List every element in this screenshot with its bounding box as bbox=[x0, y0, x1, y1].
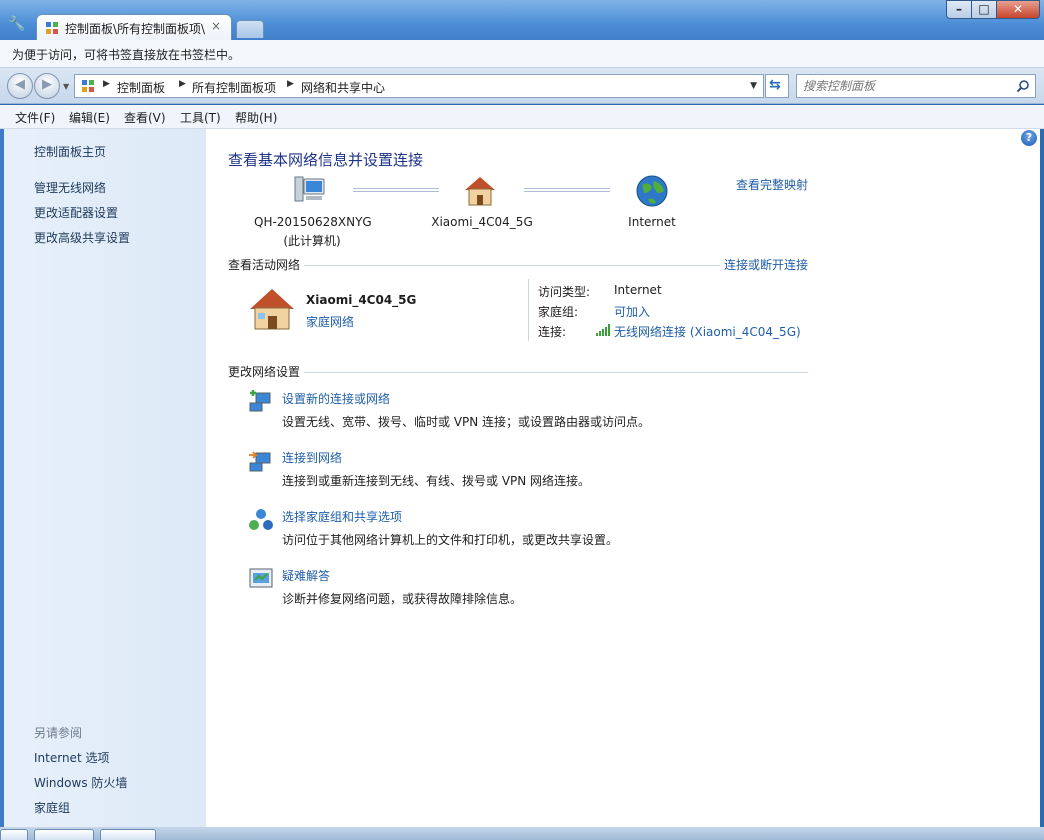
control-panel-icon bbox=[46, 22, 58, 34]
computer-icon bbox=[294, 176, 325, 202]
windows-firewall-link[interactable]: Windows 防火墙 bbox=[34, 774, 127, 791]
active-network-name: Xiaomi_4C04_5G bbox=[306, 293, 417, 307]
main-pane: 查看基本网络信息并设置连接 QH-20150628XNYG (此计算机) Xia… bbox=[206, 129, 1040, 827]
breadcrumb-all-items[interactable]: 所有控制面板项 bbox=[192, 79, 276, 96]
internet-label: Internet bbox=[628, 215, 676, 229]
arrow-right-icon: ▶ bbox=[42, 77, 52, 92]
connect-network-icon bbox=[249, 451, 271, 472]
search-box[interactable] bbox=[796, 74, 1036, 98]
menu-bar: 文件(F) 编辑(E) 查看(V) 工具(T) 帮助(H) bbox=[0, 105, 1044, 129]
internet-options-link[interactable]: Internet 选项 bbox=[34, 749, 109, 766]
title-bar: 🔧 控制面板\所有控制面板项\ × – □ ✕ bbox=[0, 0, 1044, 40]
breadcrumb-separator-icon[interactable]: ▶ bbox=[179, 79, 186, 89]
active-network-heading: 查看活动网络 bbox=[228, 258, 301, 272]
menu-help[interactable]: 帮助(H) bbox=[235, 109, 277, 126]
breadcrumb-separator-icon[interactable]: ▶ bbox=[103, 79, 110, 89]
access-type-value: Internet bbox=[614, 283, 662, 297]
menu-edit[interactable]: 编辑(E) bbox=[69, 109, 110, 126]
home-network-icon bbox=[250, 289, 294, 330]
breadcrumb-control-panel[interactable]: 控制面板 bbox=[117, 79, 165, 96]
tab-title: 控制面板\所有控制面板项\ bbox=[65, 22, 206, 36]
close-button[interactable]: ✕ bbox=[996, 0, 1040, 19]
address-dropdown-icon[interactable]: ▼ bbox=[750, 81, 757, 91]
page-title: 查看基本网络信息并设置连接 bbox=[228, 151, 424, 169]
history-dropdown-icon[interactable]: ▼ bbox=[63, 82, 69, 91]
task-description: 诊断并修复网络问题，或获得故障排除信息。 bbox=[282, 592, 523, 606]
taskbar bbox=[0, 827, 1044, 840]
task-description: 访问位于其他网络计算机上的文件和打印机，或更改共享设置。 bbox=[282, 533, 619, 547]
vertical-divider bbox=[528, 279, 529, 341]
manage-wireless-link[interactable]: 管理无线网络 bbox=[34, 179, 106, 196]
menu-tools[interactable]: 工具(T) bbox=[180, 109, 221, 126]
wireless-connection-link[interactable]: 无线网络连接 (Xiaomi_4C04_5G) bbox=[614, 323, 801, 340]
see-also-heading: 另请参阅 bbox=[34, 726, 83, 740]
task-title[interactable]: 选择家庭组和共享选项 bbox=[282, 508, 402, 525]
task-title[interactable]: 连接到网络 bbox=[282, 449, 342, 466]
home-network-link[interactable]: 家庭网络 bbox=[306, 313, 354, 330]
back-button[interactable]: ◀ bbox=[7, 73, 33, 99]
section-divider bbox=[304, 372, 808, 373]
bookmark-notice: 为便于访问，可将书签直接放在书签栏中。 bbox=[12, 48, 241, 62]
connector-line bbox=[353, 188, 439, 192]
task-title[interactable]: 设置新的连接或网络 bbox=[282, 390, 390, 407]
breadcrumb-network-center[interactable]: 网络和共享中心 bbox=[301, 79, 385, 96]
control-panel-icon bbox=[82, 80, 94, 92]
search-input[interactable] bbox=[803, 78, 1009, 94]
refresh-icon: ⇆ bbox=[769, 77, 781, 93]
task-description: 连接到或重新连接到无线、有线、拨号或 VPN 网络连接。 bbox=[282, 474, 591, 488]
wrench-icon[interactable]: 🔧 bbox=[8, 16, 26, 34]
task-description: 设置无线、宽带、拨号、临时或 VPN 连接；或设置路由器或访问点。 bbox=[282, 415, 651, 429]
browser-tab[interactable]: 控制面板\所有控制面板项\ × bbox=[36, 14, 232, 40]
homegroup-icon bbox=[249, 509, 273, 530]
taskbar-button[interactable] bbox=[100, 829, 156, 840]
new-connection-icon bbox=[249, 390, 271, 412]
connector-line bbox=[524, 188, 610, 192]
menu-file[interactable]: 文件(F) bbox=[15, 109, 55, 126]
homegroup-label: 家庭组: bbox=[538, 305, 579, 319]
taskbar-button[interactable] bbox=[0, 829, 28, 840]
left-pane: 控制面板主页 管理无线网络 更改适配器设置 更改高级共享设置 另请参阅 Inte… bbox=[0, 129, 206, 827]
arrow-left-icon: ◀ bbox=[15, 77, 25, 92]
task-title[interactable]: 疑难解答 bbox=[282, 567, 330, 584]
forward-button[interactable]: ▶ bbox=[34, 73, 60, 99]
router-name: Xiaomi_4C04_5G bbox=[431, 215, 533, 229]
advanced-sharing-link[interactable]: 更改高级共享设置 bbox=[34, 229, 130, 246]
view-full-map-link[interactable]: 查看完整映射 bbox=[736, 176, 808, 193]
troubleshoot-icon bbox=[249, 568, 273, 588]
refresh-button[interactable]: ⇆ bbox=[765, 74, 789, 98]
change-settings-heading: 更改网络设置 bbox=[228, 365, 301, 379]
connect-disconnect-link[interactable]: 连接或断开连接 bbox=[724, 256, 808, 273]
tab-close-icon[interactable]: × bbox=[211, 19, 221, 33]
search-icon[interactable] bbox=[1016, 79, 1030, 93]
globe-icon bbox=[636, 175, 668, 207]
bookmark-notice-bar: 为便于访问，可将书签直接放在书签栏中。 bbox=[0, 40, 1044, 68]
homegroup-join-link[interactable]: 可加入 bbox=[614, 303, 650, 320]
connection-label: 连接: bbox=[538, 325, 567, 339]
menu-view[interactable]: 查看(V) bbox=[124, 109, 166, 126]
control-panel-home-link[interactable]: 控制面板主页 bbox=[34, 143, 106, 160]
address-bar[interactable]: ▶ 控制面板 ▶ 所有控制面板项 ▶ 网络和共享中心 ▼ bbox=[74, 74, 764, 98]
address-row: ◀ ▶ ▼ ▶ 控制面板 ▶ 所有控制面板项 ▶ 网络和共享中心 ▼ ⇆ bbox=[0, 68, 1044, 104]
new-tab-button[interactable] bbox=[236, 20, 264, 38]
computer-sub: (此计算机) bbox=[283, 234, 341, 248]
router-house-icon bbox=[465, 177, 495, 206]
access-type-label: 访问类型: bbox=[538, 285, 591, 299]
homegroup-link[interactable]: 家庭组 bbox=[34, 799, 70, 816]
minimize-button[interactable]: – bbox=[946, 0, 972, 19]
taskbar-button[interactable] bbox=[34, 829, 94, 840]
wifi-signal-icon bbox=[596, 324, 610, 336]
maximize-button[interactable]: □ bbox=[971, 0, 997, 19]
change-adapter-link[interactable]: 更改适配器设置 bbox=[34, 204, 118, 221]
breadcrumb-separator-icon[interactable]: ▶ bbox=[287, 79, 294, 89]
help-icon[interactable]: ? bbox=[1021, 130, 1037, 146]
computer-name: QH-20150628XNYG bbox=[254, 215, 372, 229]
section-divider bbox=[304, 265, 720, 266]
